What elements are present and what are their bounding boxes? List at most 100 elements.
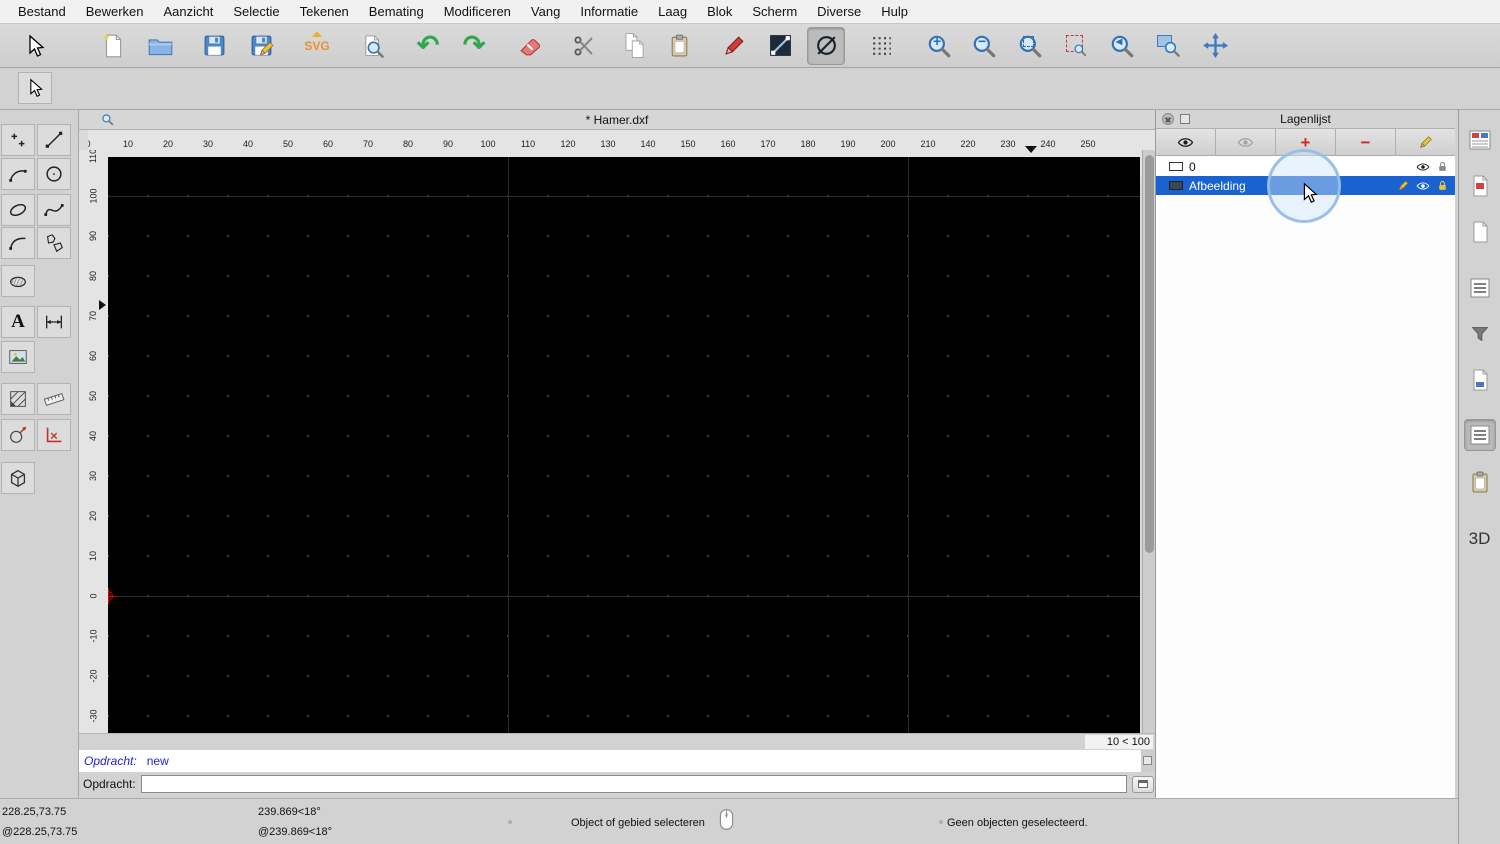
clipboard-icon [672,35,687,56]
text-tool-button[interactable]: A [1,306,35,338]
drawing-canvas[interactable] [108,157,1140,733]
modify-tool-button[interactable] [1,419,35,451]
menu-item[interactable]: Modificeren [434,0,521,24]
canvas-vertical-scrollbar[interactable] [1142,150,1156,733]
polyline-tool-button[interactable] [1,227,35,259]
ellipse-tool-button[interactable] [1,194,35,226]
open-file-button[interactable] [141,27,179,65]
plus-icon: + [933,32,942,49]
draft-mode-button[interactable] [807,26,845,65]
zoom-auto-button[interactable] [1011,27,1049,65]
menu-item[interactable]: Vang [521,0,570,24]
iso-ellipse-tool-button[interactable] [1,265,35,297]
zoom-out-button[interactable]: − [965,27,1003,65]
vertical-ruler: 110 100 90 80 70 60 50 40 30 20 10 0 -10 -20 -30 [79,150,108,733]
edit-layer-button[interactable] [1396,129,1455,155]
redo-button[interactable]: ↷ [455,27,493,65]
view-list-button[interactable] [1464,364,1496,396]
library-browser-button[interactable] [1464,170,1496,202]
zoom-in-button[interactable]: + [920,27,958,65]
3d-panel-button[interactable]: 3D [1464,523,1496,555]
window-icon [1138,780,1148,788]
dimension-tool-button[interactable] [37,306,71,338]
shapes-tool-button[interactable] [37,227,71,259]
show-all-layers-button[interactable] [1156,129,1216,155]
draw-pen-button[interactable] [715,27,753,65]
relative-polar: @239.869<18° [258,826,332,838]
scissors-icon [574,36,593,55]
snap-tool-button[interactable] [37,419,71,451]
print-preview-button[interactable] [353,27,391,65]
document-title: * Hamer.dxf [585,113,649,127]
3d-box-tool-button[interactable] [1,462,35,494]
menu-item[interactable]: Blok [697,0,742,24]
save-button[interactable] [195,27,233,65]
menu-item[interactable]: Diverse [807,0,871,24]
line-tool-button[interactable] [37,124,71,156]
grid-toggle-button[interactable] [862,27,900,65]
new-document-button[interactable] [94,27,132,65]
menu-item[interactable]: Tekenen [290,0,359,24]
drawing-window-titlebar[interactable]: * Hamer.dxf [79,110,1155,130]
layer-list-button[interactable] [1463,419,1496,451]
menu-item[interactable]: Laag [648,0,697,24]
menu-item[interactable]: Selectie [223,0,289,24]
zoom-selection-button[interactable] [1057,27,1095,65]
scrollbar-corner[interactable] [1141,750,1155,772]
export-svg-button[interactable]: SVG [298,27,336,65]
detach-panel-icon[interactable] [1180,114,1190,124]
image-tool-button[interactable] [1,341,35,373]
ruler-number: -20 [88,669,99,683]
menu-item[interactable]: Bewerken [76,0,154,24]
remove-layer-button[interactable]: − [1336,129,1396,155]
main-toolbar: SVG ↶ ↷ + − ◀ [0,24,1500,68]
pan-button[interactable] [1196,27,1234,65]
scrollbar-thumb[interactable] [1145,155,1154,553]
copy-button[interactable] [614,27,652,65]
filter-button[interactable] [1464,318,1496,350]
current-tool-select-button[interactable] [18,72,52,104]
cut-button[interactable] [565,27,603,65]
measure-tool-button[interactable] [37,383,71,415]
menu-item[interactable]: Scherm [742,0,807,24]
ruler-number: 60 [88,350,99,362]
text-tool-icon: A [11,311,25,332]
ruler-number: 0 [88,593,99,599]
zoom-window-button[interactable] [1150,27,1188,65]
hide-all-layers-button[interactable] [1216,129,1276,155]
menu-item[interactable]: Hulp [871,0,918,24]
paste-button[interactable] [660,27,698,65]
hatch-tool-button[interactable] [1,383,35,415]
circle-tool-button[interactable] [37,158,71,190]
menu-item[interactable]: Bemating [359,0,434,24]
copy-icon [621,33,646,58]
cube-icon [10,469,26,487]
points-tool-button[interactable] [1,124,35,156]
ruler-number: 220 [960,139,976,149]
absolute-coordinates: 228.25,73.75 [2,806,67,818]
redo-icon: ↷ [462,30,486,60]
close-icon[interactable] [1162,113,1174,125]
block-list-button[interactable] [1464,272,1496,304]
clipboard-panel-button[interactable] [1464,466,1496,498]
command-input[interactable] [141,775,1127,793]
menu-item[interactable]: Informatie [570,0,648,24]
save-as-button[interactable] [242,27,280,65]
sheet-list-button[interactable] [1464,216,1496,248]
delete-button[interactable] [511,27,549,65]
draft-line-button[interactable] [761,27,799,65]
list-icon [1471,426,1489,444]
undo-button[interactable]: ↶ [409,27,447,65]
spline-tool-button[interactable] [37,194,71,226]
ruler-number: 180 [800,139,816,149]
view-previous-button[interactable]: ◀ [1103,27,1141,65]
svg-badge: SVG [304,38,330,53]
arc-tool-button[interactable] [1,158,35,190]
ruler-number: 190 [840,139,856,149]
menu-item[interactable]: Bestand [8,0,76,24]
command-history-popup-button[interactable] [1132,776,1154,793]
select-tool-button[interactable] [16,27,54,65]
property-editor-button[interactable] [1464,124,1496,156]
ruler-number: 90 [442,139,453,149]
menu-item[interactable]: Aanzicht [154,0,224,24]
